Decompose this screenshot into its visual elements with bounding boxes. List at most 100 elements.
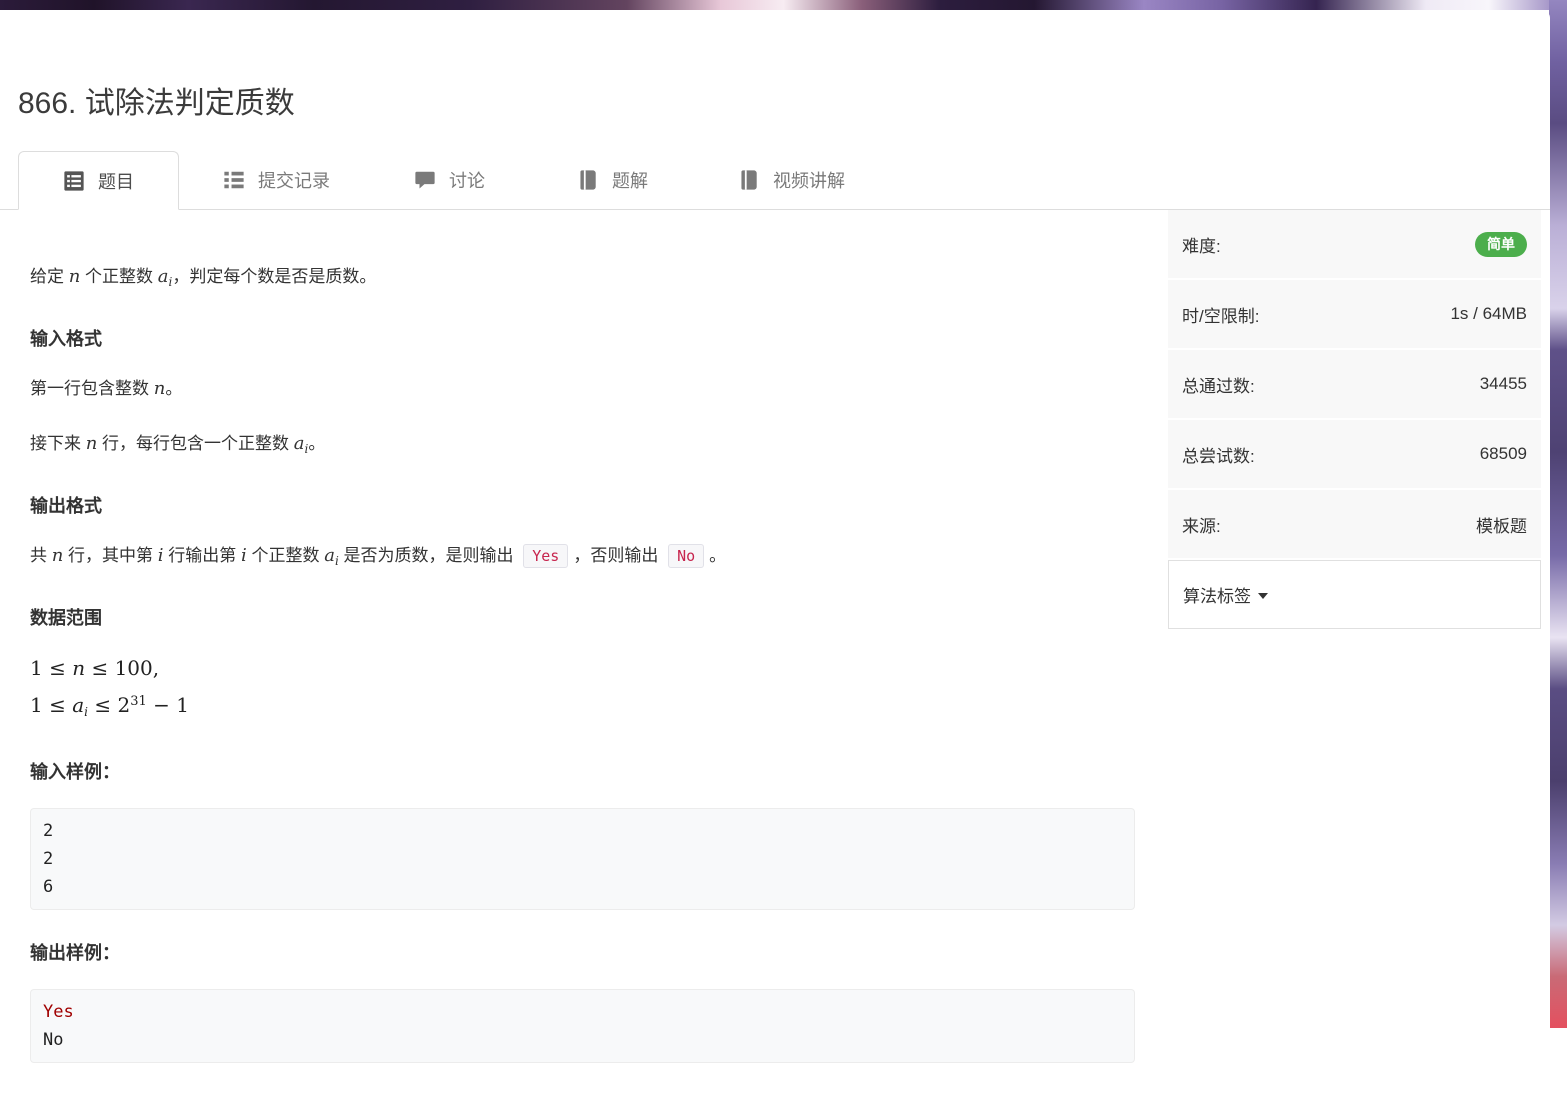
math-line: 1 ≤ ai ≤ 231 − 1 [30,685,1135,729]
problem-paragraph: 共 n 行，其中第 i 行输出第 i 个正整数 ai 是否为质数，是则输出 Ye… [30,542,1135,575]
seg-text: 行，其中第 [63,546,157,565]
math-text: ≤ 2 [88,693,130,717]
seg-text: 1 ≤ [30,656,72,680]
seg-text: 是否为质数，是则输出 [339,546,518,565]
seg-text: n [69,266,81,287]
caret-down-icon [1258,593,1268,599]
list-alt-icon [63,170,85,192]
math-variable: n [72,656,85,680]
math-variable: n [69,266,81,287]
inline-code: Yes [523,544,568,568]
row-label: 总尝试数: [1182,442,1255,467]
text-run: 行，每行包含一个正整数 [97,434,293,453]
sidebar: 难度:简单时/空限制:1s / 64MB总通过数:34455总尝试数:68509… [1168,210,1541,629]
seg-text: 个正整数 [247,546,324,565]
section-heading: 输出格式 [30,494,1135,519]
text-run: ，否则输出 [573,546,663,565]
background-wallpaper-right [1549,0,1567,1028]
section-heading: 输出样例： [30,941,1135,966]
difficulty-badge: 简单 [1475,232,1527,257]
row-value: 68509 [1480,444,1527,464]
section-heading: 输入格式 [30,327,1135,352]
math-variable: ai [158,266,173,287]
algorithm-tags-toggle[interactable]: 算法标签 [1168,560,1541,629]
sample-code-block: YesNo [30,989,1135,1063]
math-line: 1 ≤ n ≤ 100, [30,652,1135,685]
math-text: ≤ 100, [85,656,159,680]
text-run: 给定 [30,267,69,286]
text-run: 。 [165,379,182,398]
math-block: 1 ≤ n ≤ 100,1 ≤ ai ≤ 231 − 1 [30,652,1135,729]
tab-label: 题目 [98,168,134,194]
text-run: 个正整数 [247,546,324,565]
section-heading: 输入样例： [30,760,1135,785]
seg-text: 1 ≤ [30,693,72,717]
math-variable: ai [72,693,88,717]
seg-text: a [158,266,169,287]
text-run: 个正整数 [80,267,157,286]
seg-text: ≤ 2 [88,693,130,717]
seg-text: a [294,433,305,454]
seg-text: ≤ 100, [85,656,159,680]
text-run: 共 [30,546,52,565]
math-variable: n [86,433,98,454]
problem-card: 866. 试除法判定质数 题目 提交记录 讨论 题解 视频讲解 给定 n 个正整数 ai… [0,10,1550,1028]
sidebar-rows: 难度:简单时/空限制:1s / 64MB总通过数:34455总尝试数:68509… [1168,210,1541,558]
code-line: 6 [43,873,1122,901]
comment-icon [414,169,436,191]
math-text: 1 ≤ [30,693,72,717]
tab-label: 题解 [612,167,648,193]
tab-video[interactable]: 视频讲解 [738,151,845,209]
text-run: 。 [308,434,325,453]
text-run: ，判定每个数是否是质数。 [172,267,376,286]
tab-solutions[interactable]: 题解 [577,151,648,209]
math-variable: ai [294,433,309,454]
sidebar-row-attempts: 总尝试数: 68509 [1168,420,1541,488]
seg-text: 行输出第 [164,546,241,565]
seg-text: 第一行包含整数 [30,379,154,398]
problem-paragraph: 第一行包含整数 n。 [30,375,1135,402]
seg-text: 。 [165,379,182,398]
code-line: Yes [43,998,1122,1026]
tab-problem[interactable]: 题目 [18,151,179,210]
tab-label: 提交记录 [258,167,330,193]
row-label: 总通过数: [1182,372,1255,397]
tab-bar: 题目 提交记录 讨论 题解 视频讲解 [0,151,1550,210]
text-run: 接下来 [30,434,86,453]
problem-body: 给定 n 个正整数 ai，判定每个数是否是质数。输入格式第一行包含整数 n。接下… [30,263,1135,1093]
list-icon [223,169,245,191]
algorithm-tags-label: 算法标签 [1183,582,1251,607]
seg-text: 。 [709,546,726,565]
sidebar-row-accepted: 总通过数: 34455 [1168,350,1541,418]
row-value: 34455 [1480,374,1527,394]
tab-label: 讨论 [449,167,485,193]
page-title: 866. 试除法判定质数 [18,78,295,122]
seg-text: − 1 [147,693,189,717]
row-label: 来源: [1182,512,1221,537]
seg-text: n [52,545,64,566]
math-variable: n [154,378,166,399]
code-line: No [43,1026,1122,1054]
seg-text: 个正整数 [80,267,157,286]
background-wallpaper-top [0,0,1567,10]
math-text: 1 ≤ [30,656,72,680]
text-run: 。 [709,546,726,565]
seg-text: 31 [130,694,147,709]
seg-text: ，判定每个数是否是质数。 [172,267,376,286]
tab-submissions[interactable]: 提交记录 [223,151,330,209]
book-icon [577,169,599,191]
tab-discussion[interactable]: 讨论 [414,151,485,209]
row-label: 难度: [1182,232,1221,257]
text-run: 行输出第 [164,546,241,565]
code-line: 2 [43,845,1122,873]
text-run: 行，其中第 [63,546,157,565]
seg-text: n [72,656,85,680]
sample-code-block: 226 [30,808,1135,910]
problem-paragraph: 给定 n 个正整数 ai，判定每个数是否是质数。 [30,263,1135,296]
text-run: 第一行包含整数 [30,379,154,398]
section-heading: 数据范围 [30,606,1135,631]
seg-text: ，否则输出 [573,546,663,565]
seg-text: n [86,433,98,454]
math-text: − 1 [147,693,189,717]
row-value: 1s / 64MB [1450,304,1527,324]
